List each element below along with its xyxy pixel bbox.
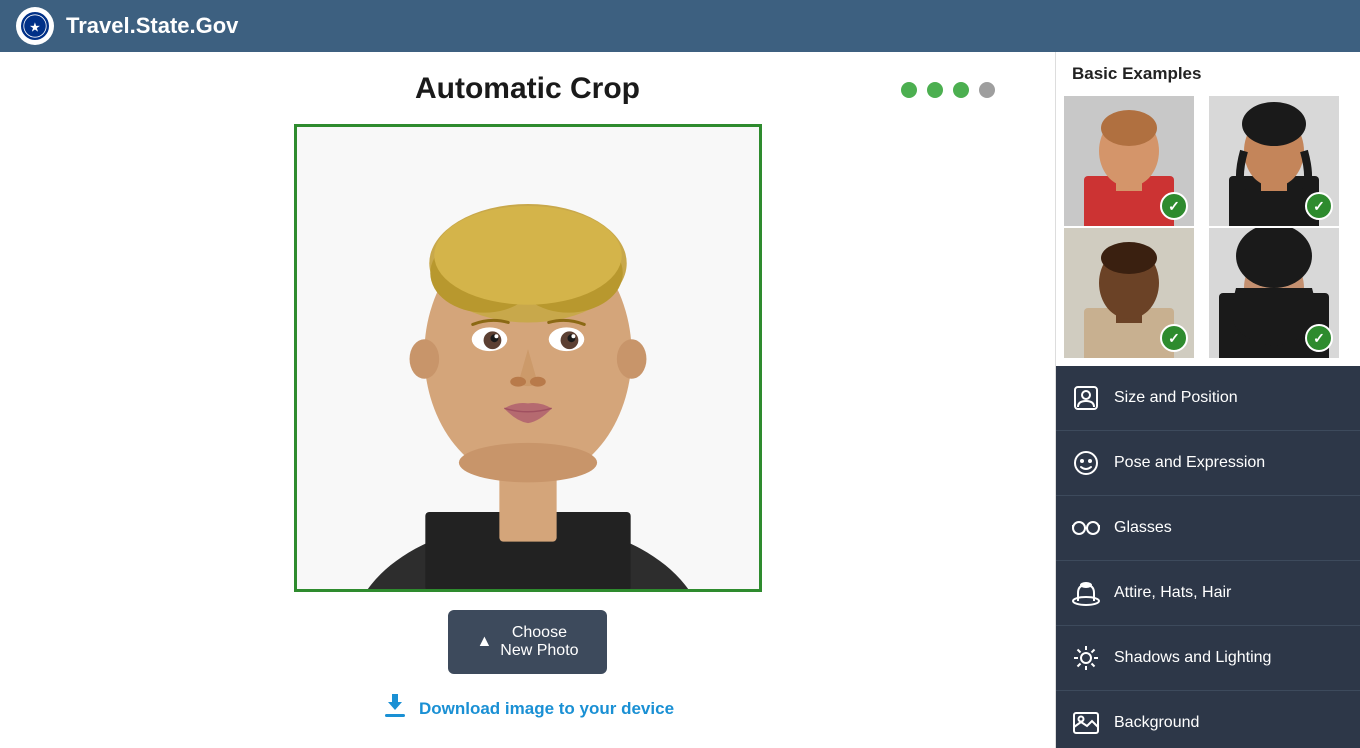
menu-label-background: Background bbox=[1114, 714, 1199, 732]
example-check-4 bbox=[1305, 324, 1333, 352]
choose-photo-button[interactable]: ▲ ChooseNew Photo bbox=[448, 610, 606, 674]
photo-preview bbox=[294, 124, 762, 592]
menu-item-background[interactable]: Background bbox=[1056, 691, 1360, 748]
progress-dot-1 bbox=[901, 82, 917, 98]
main-layout: Automatic Crop bbox=[0, 52, 1360, 748]
example-check-3 bbox=[1160, 324, 1188, 352]
sidebar: Basic Examples bbox=[1055, 52, 1360, 748]
menu-item-shadows[interactable]: Shadows and Lighting bbox=[1056, 626, 1360, 691]
example-photo-3[interactable] bbox=[1064, 228, 1194, 358]
page-title: Automatic Crop bbox=[415, 72, 640, 106]
header: ★ Travel.State.Gov bbox=[0, 0, 1360, 52]
examples-section-title: Basic Examples bbox=[1056, 52, 1360, 92]
menu-label-glasses: Glasses bbox=[1114, 519, 1172, 537]
site-title: Travel.State.Gov bbox=[66, 13, 238, 39]
menu-label-shadows: Shadows and Lighting bbox=[1114, 649, 1271, 667]
main-content: Automatic Crop bbox=[0, 52, 1055, 748]
upload-icon: ▲ bbox=[476, 633, 492, 651]
menu-label-attire: Attire, Hats, Hair bbox=[1114, 584, 1231, 602]
progress-dot-2 bbox=[927, 82, 943, 98]
menu-item-pose-expression[interactable]: Pose and Expression bbox=[1056, 431, 1360, 496]
menu-label-size-position: Size and Position bbox=[1114, 389, 1238, 407]
example-photo-2[interactable] bbox=[1209, 96, 1339, 226]
image-icon bbox=[1072, 709, 1100, 737]
face-icon bbox=[1072, 449, 1100, 477]
progress-indicator bbox=[901, 82, 995, 98]
example-photo-1[interactable] bbox=[1064, 96, 1194, 226]
choose-photo-label: ChooseNew Photo bbox=[500, 624, 578, 660]
example-check-2 bbox=[1305, 192, 1333, 220]
menu-label-pose-expression: Pose and Expression bbox=[1114, 454, 1265, 472]
download-link[interactable]: Download image to your device bbox=[381, 692, 674, 725]
glasses-icon bbox=[1072, 514, 1100, 542]
site-logo: ★ bbox=[16, 7, 54, 45]
sun-icon bbox=[1072, 644, 1100, 672]
menu-item-size-position[interactable]: Size and Position bbox=[1056, 366, 1360, 431]
example-photo-4[interactable] bbox=[1209, 228, 1339, 358]
hat-icon bbox=[1072, 579, 1100, 607]
examples-grid bbox=[1056, 92, 1360, 366]
menu-item-glasses[interactable]: Glasses bbox=[1056, 496, 1360, 561]
person-crop-icon bbox=[1072, 384, 1100, 412]
download-icon bbox=[381, 692, 409, 725]
progress-dot-4 bbox=[979, 82, 995, 98]
example-check-1 bbox=[1160, 192, 1188, 220]
download-label: Download image to your device bbox=[419, 699, 674, 719]
progress-dot-3 bbox=[953, 82, 969, 98]
svg-text:★: ★ bbox=[30, 22, 40, 34]
menu-item-attire[interactable]: Attire, Hats, Hair bbox=[1056, 561, 1360, 626]
